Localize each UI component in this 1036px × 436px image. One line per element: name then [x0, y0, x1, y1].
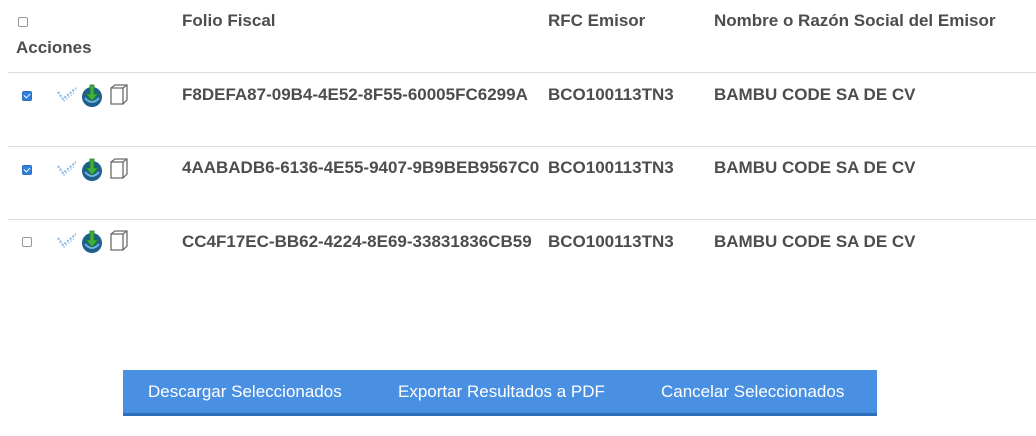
nombre-emisor-cell: BAMBU CODE SA DE CV — [714, 158, 916, 177]
rfc-emisor-cell: BCO100113TN3 — [548, 232, 674, 251]
download-selected-button[interactable]: Descargar Seleccionados — [148, 370, 342, 413]
download-icon[interactable] — [80, 84, 104, 108]
folio-fiscal-cell: F8DEFA87-09B4-4E52-8F55-60005FC6299A — [182, 85, 528, 104]
nombre-emisor-cell: BAMBU CODE SA DE CV — [714, 85, 916, 104]
column-header-acciones: Acciones — [16, 38, 92, 57]
cancel-selected-button[interactable]: Cancelar Seleccionados — [661, 370, 844, 413]
verify-icon[interactable] — [56, 84, 78, 106]
export-pdf-button[interactable]: Exportar Resultados a PDF — [398, 370, 605, 413]
verify-icon[interactable] — [56, 230, 78, 252]
column-header-nombre-emisor[interactable]: Nombre o Razón Social del Emisor — [714, 10, 996, 32]
column-header-rfc-emisor[interactable]: RFC Emisor — [548, 10, 645, 32]
verify-icon[interactable] — [56, 158, 78, 180]
row-divider — [8, 146, 1036, 147]
folio-fiscal-cell: 4AABADB6-6136-4E55-9407-9B9BEB9567C0 — [182, 158, 540, 177]
header-divider — [8, 72, 1036, 73]
row-checkbox[interactable] — [22, 91, 32, 101]
document-icon[interactable] — [106, 230, 128, 252]
select-all-checkbox[interactable] — [18, 17, 28, 27]
nombre-emisor-cell: BAMBU CODE SA DE CV — [714, 232, 916, 251]
row-checkbox[interactable] — [22, 165, 32, 175]
document-icon[interactable] — [106, 158, 128, 180]
document-icon[interactable] — [106, 84, 128, 106]
row-divider — [8, 219, 1036, 220]
row-checkbox[interactable] — [22, 237, 32, 247]
column-header-folio-fiscal[interactable]: Folio Fiscal — [182, 10, 276, 32]
action-button-bar: Descargar Seleccionados Exportar Resulta… — [123, 370, 877, 416]
folio-fiscal-cell: CC4F17EC-BB62-4224-8E69-33831836CB59 — [182, 232, 532, 251]
rfc-emisor-cell: BCO100113TN3 — [548, 158, 674, 177]
download-icon[interactable] — [80, 230, 104, 254]
rfc-emisor-cell: BCO100113TN3 — [548, 85, 674, 104]
download-icon[interactable] — [80, 158, 104, 182]
